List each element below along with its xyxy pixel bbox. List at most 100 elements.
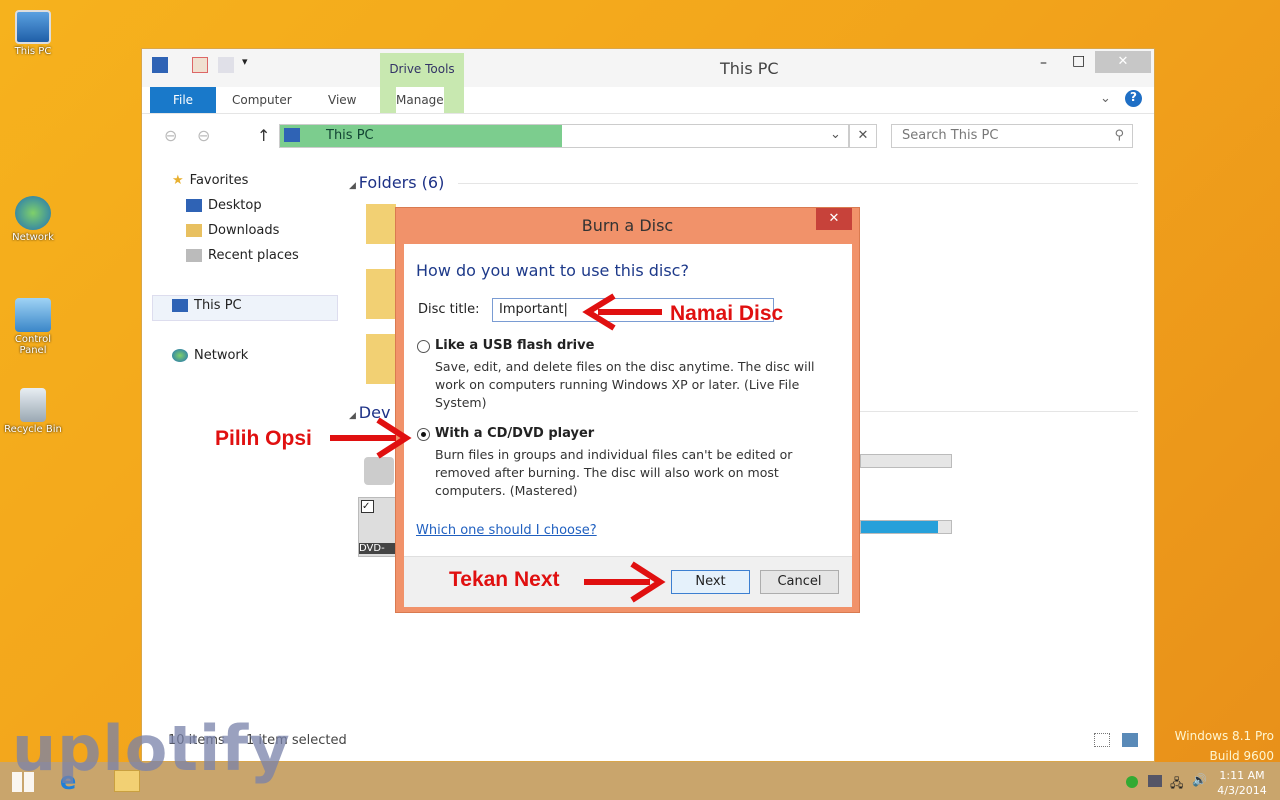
recycle-bin-icon: [20, 388, 46, 422]
label: Control Panel: [14, 334, 52, 356]
folder-icon[interactable]: [366, 269, 396, 319]
contextual-tab-label: Drive Tools: [389, 62, 455, 76]
arrow-to-disc-title: [582, 293, 662, 331]
search-input[interactable]: Search This PC ⚲: [891, 124, 1133, 148]
desktop-icon-this-pc[interactable]: This PC: [4, 10, 62, 57]
next-button[interactable]: Next: [671, 570, 750, 594]
network-icon: [15, 196, 51, 230]
dialog-title: Burn a Disc: [581, 216, 674, 235]
new-folder-icon[interactable]: [218, 57, 234, 73]
uplotify-watermark: uplotify: [12, 712, 291, 785]
time: 1:11 AM: [1219, 769, 1265, 782]
label: Desktop: [208, 198, 262, 213]
computer-icon: [284, 128, 300, 142]
annotation-choose-option: Pilih Opsi: [215, 427, 312, 450]
downloads-icon: [186, 224, 202, 237]
windows-edition: Windows 8.1 Pro Build 9600: [1175, 726, 1274, 766]
dialog-close-button[interactable]: ✕: [816, 208, 852, 230]
search-placeholder: Search This PC: [902, 128, 999, 143]
label: Favorites: [189, 173, 249, 188]
clock[interactable]: 1:11 AM 4/3/2014: [1212, 768, 1272, 798]
annotation-name-disc: Namai Disc: [670, 302, 784, 325]
network-tray-icon[interactable]: 🖧: [1170, 774, 1183, 795]
option-usb-radio[interactable]: [417, 340, 430, 353]
desktop-icon-recycle-bin[interactable]: Recycle Bin: [4, 388, 62, 435]
address-bar[interactable]: This PC ⌄: [279, 124, 849, 148]
customize-toolbar-icon[interactable]: ▾: [242, 55, 248, 68]
burn-disc-dialog: Burn a Disc ✕ How do you want to use thi…: [395, 207, 860, 613]
label: Recent places: [208, 248, 299, 263]
desktop-icon-control-panel[interactable]: Control Panel: [4, 298, 62, 356]
drive-usage-bar: [860, 520, 952, 534]
maximize-button[interactable]: □: [1072, 53, 1085, 69]
checkbox[interactable]: ✓: [361, 500, 374, 513]
tab-manage[interactable]: Manage: [396, 87, 444, 113]
forward-button[interactable]: ⊖: [197, 126, 210, 145]
label: This PC: [194, 298, 242, 313]
option-cd-dvd-label[interactable]: With a CD/DVD player: [435, 426, 594, 441]
drive-usage-bar: [860, 454, 952, 468]
back-button[interactable]: ⊖: [164, 126, 177, 145]
option-cd-dvd-description: Burn files in groups and individual file…: [435, 447, 793, 498]
properties-icon[interactable]: [192, 57, 208, 73]
dvd-drive-item[interactable]: ✓ DVD-: [358, 497, 396, 557]
title-bar: ▾ Drive Tools This PC – □ ✕: [142, 49, 1154, 113]
up-button[interactable]: ↑: [257, 126, 270, 145]
desktop-icon: [186, 199, 202, 212]
nav-recent-places[interactable]: Recent places: [186, 248, 299, 263]
network-icon: [172, 349, 188, 362]
nav-network[interactable]: Network: [172, 348, 248, 363]
disc-title-label: Disc title:: [418, 302, 480, 317]
computer-icon: [152, 57, 168, 73]
hard-drive-icon[interactable]: [364, 457, 394, 485]
label: This PC: [14, 46, 52, 57]
folder-icon[interactable]: [366, 204, 396, 244]
tab-computer[interactable]: Computer: [232, 87, 292, 113]
minimize-button[interactable]: –: [1040, 55, 1047, 71]
desktop-icon-network[interactable]: Network: [4, 196, 62, 243]
arrow-to-option: [330, 417, 412, 459]
volume-icon[interactable]: 🔊: [1192, 773, 1207, 787]
drive-label: DVD-: [359, 543, 395, 554]
address-text: This PC: [326, 128, 374, 143]
disc-title-value: Important: [499, 302, 564, 317]
folders-group-header[interactable]: ◢ Folders (6): [349, 173, 444, 192]
annotation-press-next: Tekan Next: [449, 568, 560, 591]
computer-icon: [15, 10, 51, 44]
star-icon: ★: [172, 173, 184, 188]
tab-file[interactable]: File: [150, 87, 216, 113]
details-view-icon[interactable]: [1094, 733, 1110, 747]
nav-this-pc[interactable]: This PC: [172, 298, 242, 313]
cancel-button[interactable]: Cancel: [760, 570, 839, 594]
vmware-icon[interactable]: [1148, 775, 1162, 787]
edition-text: Windows 8.1 Pro: [1174, 729, 1274, 743]
nav-desktop[interactable]: Desktop: [186, 198, 262, 213]
label: Network: [12, 232, 54, 243]
arrow-to-next: [584, 561, 666, 603]
dialog-question: How do you want to use this disc?: [416, 261, 689, 280]
option-cd-dvd-radio[interactable]: [417, 428, 430, 441]
option-usb-label[interactable]: Like a USB flash drive: [435, 338, 594, 353]
nav-favorites[interactable]: ★ Favorites: [172, 173, 248, 188]
large-icons-view-icon[interactable]: [1122, 733, 1138, 747]
address-progress: [280, 125, 562, 147]
address-dropdown-icon[interactable]: ⌄: [830, 127, 841, 142]
safely-remove-icon[interactable]: [1126, 776, 1138, 788]
label: Folders (6): [358, 173, 445, 192]
label: Downloads: [208, 223, 280, 238]
close-button[interactable]: ✕: [1095, 51, 1151, 73]
window-title: This PC: [720, 59, 779, 78]
option-usb-description: Save, edit, and delete files on the disc…: [435, 359, 815, 410]
recent-places-icon: [186, 249, 202, 262]
control-panel-icon: [15, 298, 51, 332]
help-icon[interactable]: ?: [1125, 90, 1142, 107]
help-link[interactable]: Which one should I choose?: [416, 523, 597, 538]
expand-ribbon-icon[interactable]: ⌄: [1100, 91, 1111, 106]
tab-view[interactable]: View: [328, 87, 356, 113]
label: Network: [194, 348, 249, 363]
label: Recycle Bin: [4, 424, 62, 435]
folder-icon[interactable]: [366, 334, 396, 384]
clear-address-button[interactable]: ✕: [849, 124, 877, 148]
computer-icon: [172, 299, 188, 312]
nav-downloads[interactable]: Downloads: [186, 223, 279, 238]
